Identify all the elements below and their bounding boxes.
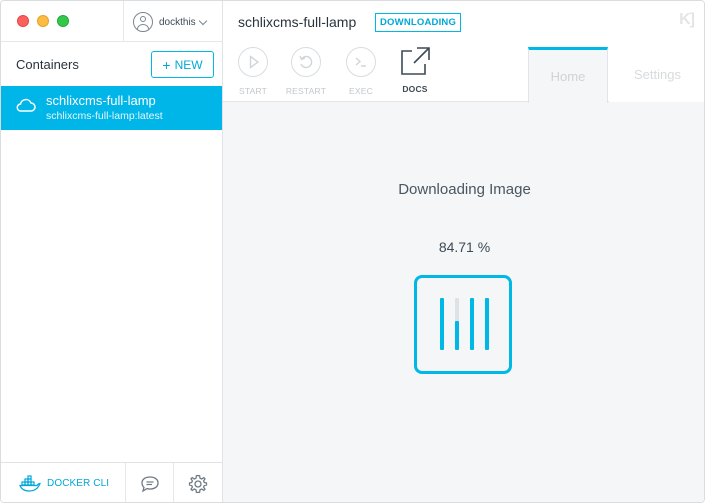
- main-header: schlixcms-full-lamp DOWNLOADING K] START: [223, 1, 704, 103]
- zoom-window-button[interactable]: [57, 15, 69, 27]
- container-list-item[interactable]: schlixcms-full-lamp schlixcms-full-lamp:…: [1, 86, 222, 130]
- sidebar-footer: DOCKER CLI: [1, 462, 222, 502]
- exec-label: EXEC: [349, 86, 373, 96]
- play-icon: [249, 54, 259, 69]
- close-window-button[interactable]: [17, 15, 29, 27]
- user-menu[interactable]: dockthis: [133, 11, 207, 33]
- cloud-icon: [16, 98, 36, 112]
- container-image: schlixcms-full-lamp:latest: [46, 110, 163, 122]
- containers-heading: Containers: [16, 57, 79, 72]
- layer-progress-bar: [440, 298, 444, 350]
- container-title: schlixcms-full-lamp: [238, 14, 357, 30]
- sidebar: dockthis Containers + NEW schlixcms-full…: [1, 1, 223, 502]
- layer-progress-bar: [470, 298, 474, 350]
- sidebar-titlebar: dockthis: [1, 1, 223, 42]
- main-panel: schlixcms-full-lamp DOWNLOADING K] START: [223, 1, 704, 502]
- docker-whale-icon: [19, 474, 41, 492]
- docs-button[interactable]: DOCS: [393, 47, 437, 99]
- minimize-window-button[interactable]: [37, 15, 49, 27]
- docker-cli-label: DOCKER CLI: [47, 478, 110, 489]
- layer-progress-bar: [485, 298, 489, 350]
- layer-progress-bar: [455, 321, 459, 350]
- new-button-label: NEW: [174, 57, 203, 72]
- app-window: dockthis Containers + NEW schlixcms-full…: [0, 0, 705, 503]
- avatar-icon: [133, 12, 153, 32]
- start-button[interactable]: START: [231, 47, 275, 99]
- new-container-button[interactable]: + NEW: [151, 51, 214, 78]
- download-percent: 84.71 %: [438, 239, 491, 255]
- download-title: Downloading Image: [398, 181, 531, 198]
- terminal-icon: [355, 56, 366, 67]
- divider: [123, 1, 124, 42]
- layer-progress-indicator: [414, 275, 512, 374]
- gear-icon: [188, 474, 208, 493]
- container-name: schlixcms-full-lamp: [46, 93, 156, 108]
- plus-icon: +: [162, 56, 171, 73]
- exec-button[interactable]: EXEC: [339, 47, 383, 99]
- restart-button[interactable]: RESTART: [284, 47, 328, 99]
- docs-label: DOCS: [402, 84, 428, 94]
- username: dockthis: [159, 16, 196, 28]
- feedback-button[interactable]: [126, 463, 173, 502]
- chevron-down-icon: [198, 16, 207, 25]
- status-badge: DOWNLOADING: [375, 13, 462, 32]
- tab-settings[interactable]: Settings: [609, 47, 704, 102]
- restart-label: RESTART: [285, 86, 327, 96]
- kitematic-logo-icon: K]: [679, 11, 695, 28]
- start-label: START: [238, 86, 268, 96]
- chat-bubble-icon: [140, 475, 159, 492]
- restart-icon: [298, 55, 312, 68]
- docker-cli-button[interactable]: DOCKER CLI: [1, 463, 125, 502]
- tab-home[interactable]: Home: [528, 47, 608, 103]
- preferences-button[interactable]: [174, 463, 222, 502]
- external-link-icon: [401, 47, 430, 75]
